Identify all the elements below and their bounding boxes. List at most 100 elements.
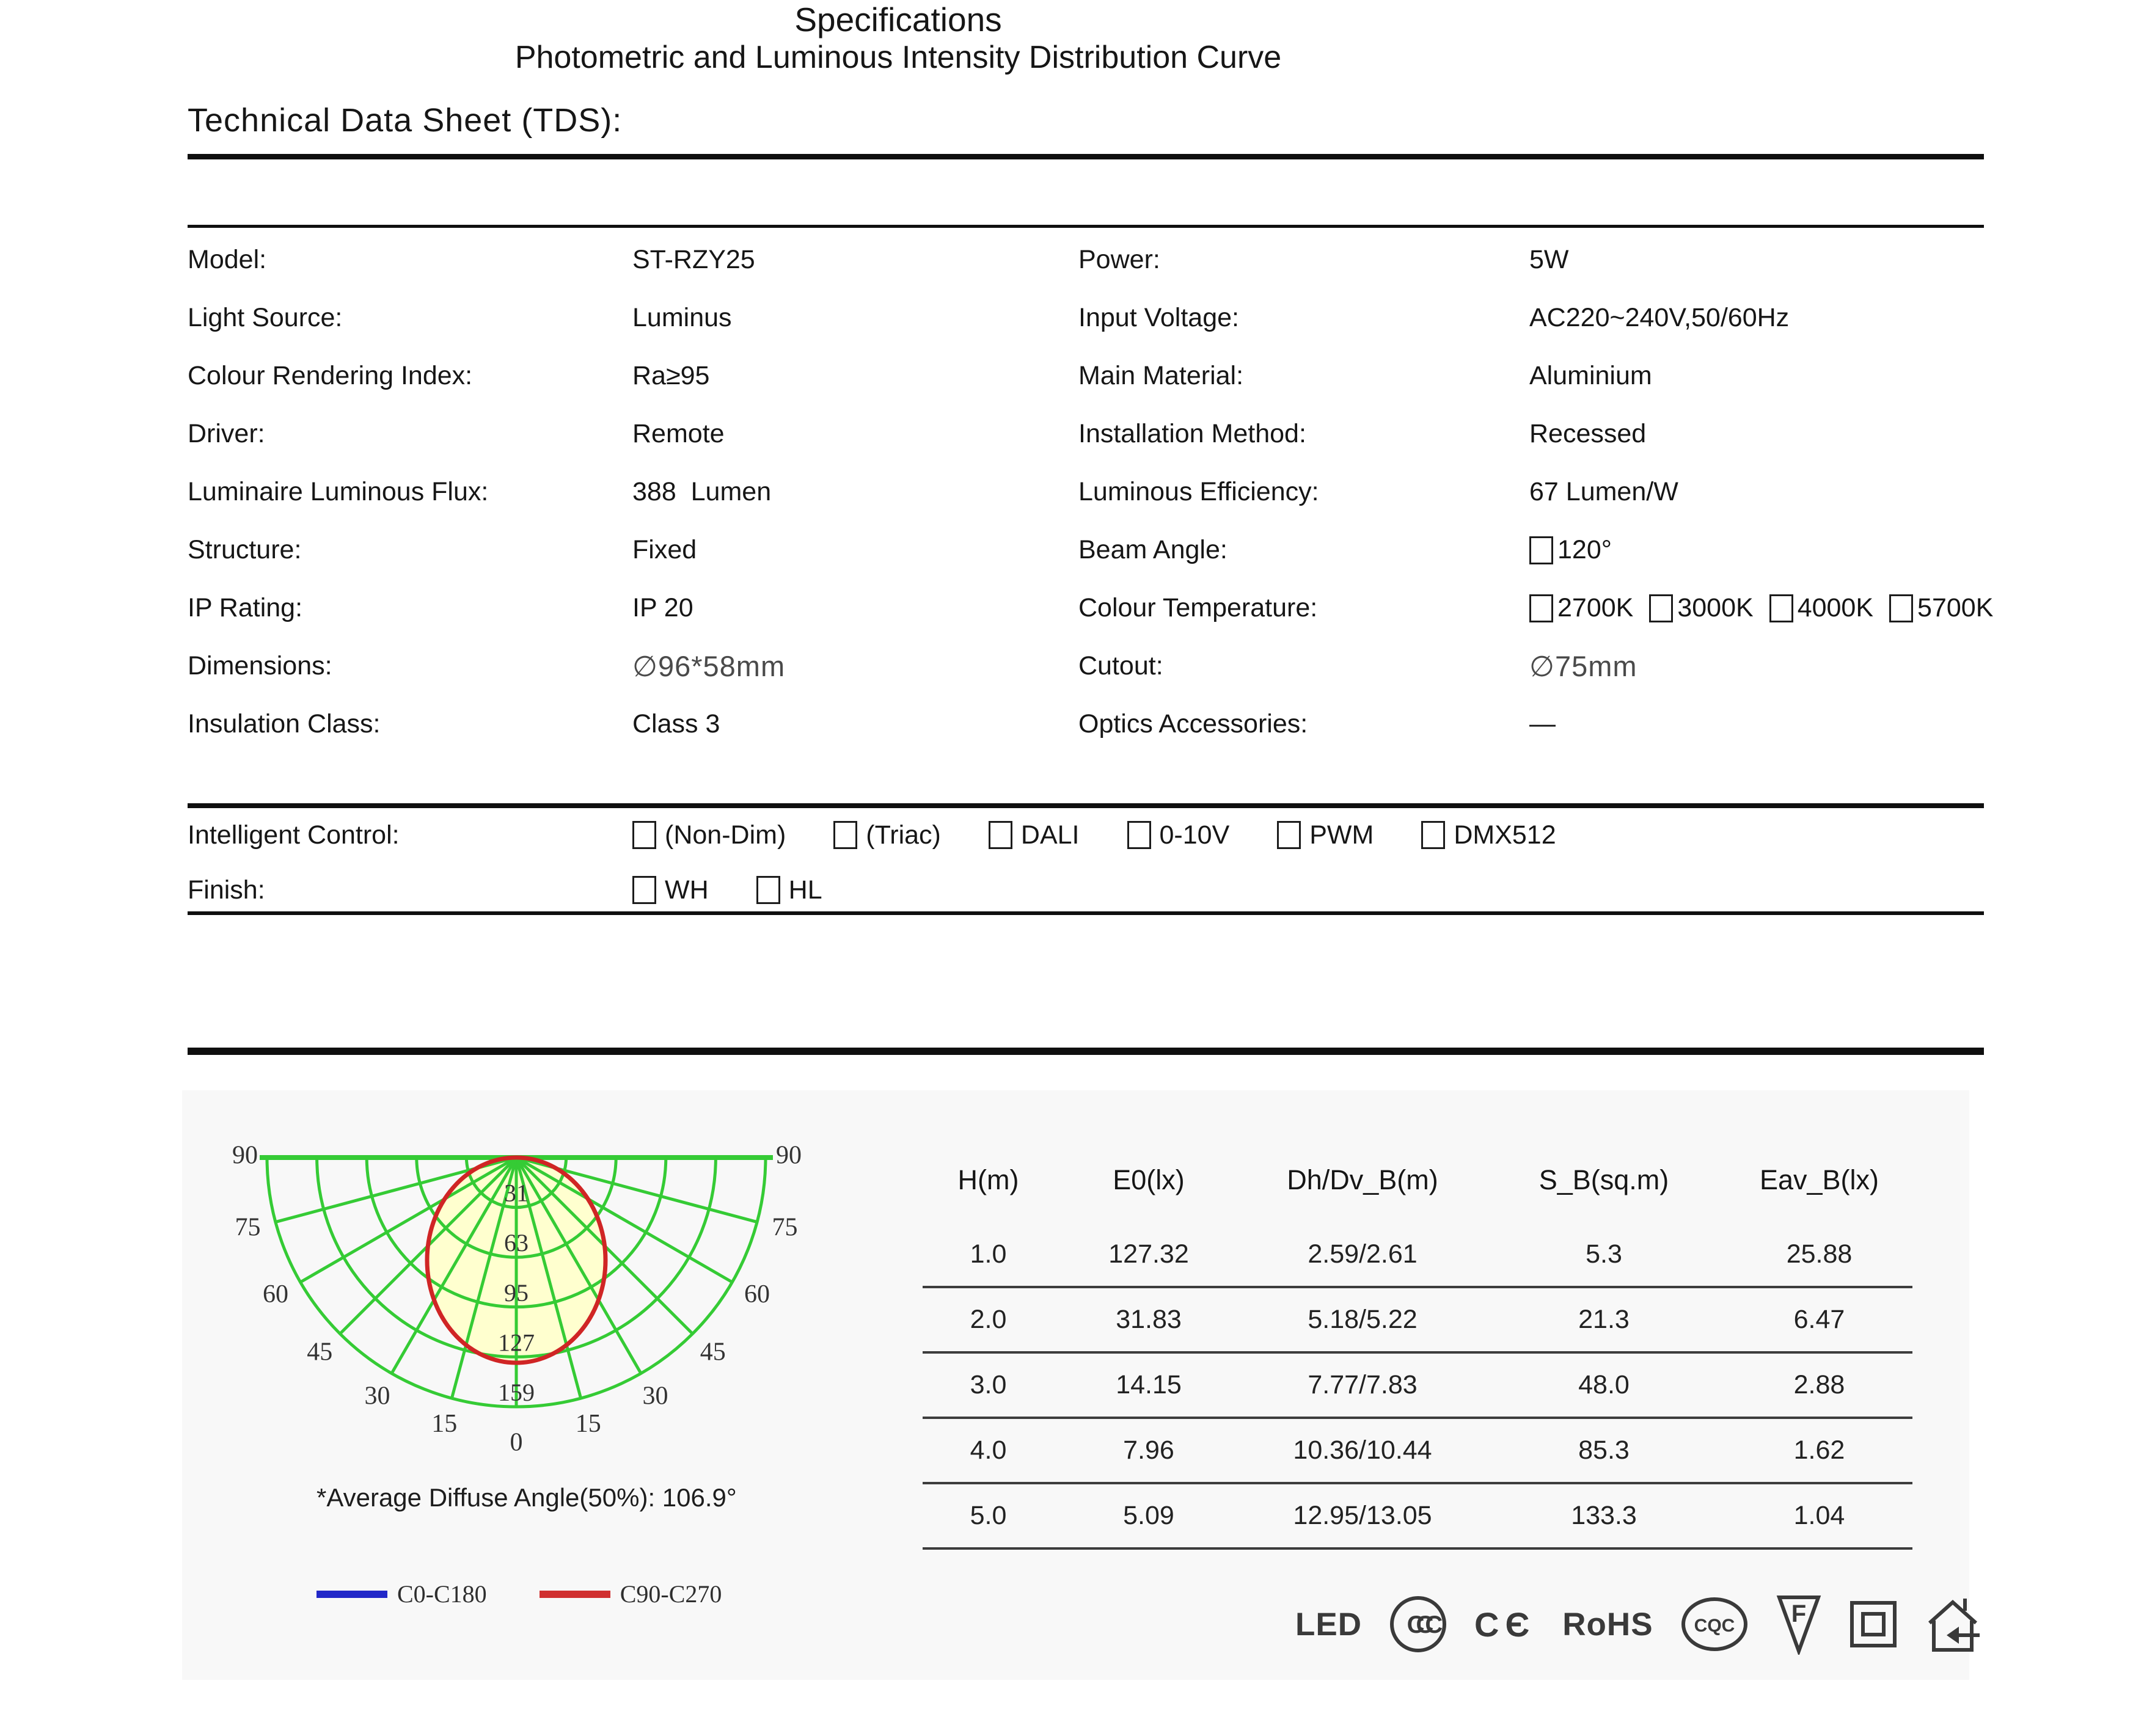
checkbox-icon[interactable]	[988, 821, 1012, 849]
ring-value-label: 95	[504, 1279, 529, 1307]
ring-value-label: 63	[504, 1229, 529, 1256]
checkbox-group: 120°	[1529, 535, 1628, 565]
checkbox-label: DALI	[1020, 820, 1080, 850]
ring-value-label: 31	[504, 1180, 529, 1207]
table-header-row: H(m) E0(lx) Dh/Dv_B(m) S_B(sq.m) Eav_B(lx)	[923, 1137, 1912, 1223]
table-cell: 5.09	[1123, 1501, 1174, 1530]
spec-row: Driver: Remote	[188, 405, 1061, 463]
spec-label: Colour Rendering Index:	[188, 361, 473, 390]
checkbox-icon[interactable]	[1277, 821, 1301, 849]
spec-row: Colour Rendering Index: Ra≥95	[188, 347, 1061, 405]
checkbox-label: WH	[665, 875, 709, 905]
spec-column-left: Model: ST-RZY25 Light Source: Luminus Colour…	[188, 231, 1061, 753]
spec-value: ∅96*58mm	[632, 649, 786, 682]
spec-value: AC220~240V,50/60Hz	[1529, 303, 1790, 332]
spec-row: IP Rating: IP 20	[188, 579, 1061, 637]
checkbox-option: 3000K	[1649, 593, 1754, 623]
checkbox-icon[interactable]	[632, 876, 656, 904]
table-cell: 3.0	[970, 1370, 1007, 1399]
spec-label: Driver:	[188, 419, 265, 448]
table-row: 3.0 14.15 7.77/7.83 48.0 2.88	[923, 1354, 1912, 1419]
table-cell: 48.0	[1578, 1370, 1630, 1399]
spec-label: Cutout:	[1078, 651, 1163, 680]
table-cell: 6.47	[1793, 1305, 1845, 1334]
checkbox-label: 0-10V	[1159, 820, 1230, 850]
checkbox-label: PWM	[1309, 820, 1374, 850]
table-cell: 2.59/2.61	[1308, 1239, 1418, 1269]
class-ii-icon	[1849, 1601, 1897, 1647]
table-cell: 31.83	[1116, 1305, 1182, 1334]
legend-line-swatch	[316, 1590, 387, 1598]
checkbox-option: WH	[632, 875, 709, 905]
spec-row: Colour Temperature: 2700K 3000K 4000K 5700K	[1078, 579, 2135, 637]
legend-item: C90-C270	[539, 1580, 722, 1608]
checkbox-option: 2700K	[1529, 593, 1633, 623]
svg-text:CCC: CCC	[1407, 1611, 1443, 1638]
polar-chart-svg: 31 63 95 127 159 0 15 15 30 30 45 45 60 60 75 75 90 90	[232, 1142, 802, 1457]
checkbox-option: DALI	[988, 820, 1080, 850]
table-cell: 4.0	[970, 1435, 1007, 1465]
table-cell: 2.0	[970, 1305, 1007, 1334]
checkbox-icon[interactable]	[1421, 821, 1446, 849]
spec-value: Fixed	[632, 535, 697, 564]
checkbox-icon[interactable]	[756, 876, 780, 904]
checkbox-label: 5700K	[1917, 593, 1994, 622]
spec-row: Beam Angle: 120°	[1078, 521, 2135, 579]
checkbox-option: 120°	[1529, 535, 1612, 565]
spec-value: 388 Lumen	[632, 477, 772, 506]
checkbox-icon[interactable]	[1769, 594, 1793, 622]
spec-row: Insulation Class: Class 3	[188, 695, 1061, 753]
spec-value: 5W	[1529, 245, 1569, 274]
svg-text:CQC: CQC	[1694, 1616, 1735, 1636]
angle-tick-label: 45	[700, 1338, 726, 1366]
spec-label: Insulation Class:	[188, 709, 381, 739]
table-cell: 1.04	[1793, 1501, 1845, 1530]
checkbox-icon[interactable]	[833, 821, 858, 849]
table-cell: 25.88	[1786, 1239, 1853, 1269]
checkbox-icon[interactable]	[1127, 821, 1151, 849]
checkbox-label: (Triac)	[866, 820, 941, 850]
chart-legend: C0-C180 C90-C270	[316, 1580, 722, 1608]
specifications-heading: Specifications	[794, 1, 1002, 38]
table-cell: 2.88	[1793, 1370, 1845, 1399]
spec-row: Cutout: ∅75mm	[1078, 637, 2135, 695]
checkbox-icon[interactable]	[1529, 536, 1553, 564]
control-row: Finish: WH HL	[188, 863, 1984, 917]
checkbox-option: DMX512	[1421, 820, 1556, 850]
spec-row: Light Source: Luminus	[188, 289, 1061, 347]
table-row: 5.0 5.09 12.95/13.05 133.3 1.04	[923, 1484, 1912, 1550]
spec-label: Main Material:	[1078, 361, 1244, 390]
cqc-mark-icon: CQC	[1681, 1597, 1747, 1651]
checkbox-icon[interactable]	[1889, 594, 1914, 622]
spec-label: Dimensions:	[188, 651, 332, 680]
checkbox-label: (Non-Dim)	[665, 820, 786, 850]
spec-label: Optics Accessories:	[1078, 709, 1308, 739]
checkbox-label: DMX512	[1454, 820, 1556, 850]
led-mark-icon: LED	[1295, 1606, 1362, 1643]
checkbox-icon[interactable]	[1529, 594, 1553, 622]
ring-value-label: 127	[498, 1329, 535, 1356]
table-cell: 12.95/13.05	[1293, 1501, 1432, 1530]
legend-item: C0-C180	[316, 1580, 487, 1608]
angle-tick-label: 30	[643, 1382, 668, 1410]
checkbox-label: 3000K	[1677, 593, 1754, 622]
spec-row: Luminous Efficiency: 67 Lumen/W	[1078, 463, 2135, 521]
checkbox-option: 4000K	[1769, 593, 1873, 623]
spec-value: —	[1529, 709, 1556, 739]
table-cell: 1.62	[1793, 1435, 1845, 1465]
spec-row: Dimensions: ∅96*58mm	[188, 637, 1061, 695]
table-cell: 127.32	[1108, 1239, 1189, 1269]
table-cell: 7.77/7.83	[1308, 1370, 1418, 1399]
spec-value: Recessed	[1529, 419, 1647, 448]
table-cell: 133.3	[1571, 1501, 1637, 1530]
spec-row: Optics Accessories: —	[1078, 695, 2135, 753]
table-cell: 14.15	[1116, 1370, 1182, 1399]
checkbox-option: HL	[756, 875, 822, 905]
checkbox-icon[interactable]	[1649, 594, 1674, 622]
table-row: 1.0 127.32 2.59/2.61 5.3 25.88	[923, 1223, 1912, 1288]
spec-label: Colour Temperature:	[1078, 593, 1318, 622]
divider	[188, 911, 1984, 915]
svg-text:F: F	[1791, 1600, 1806, 1627]
checkbox-icon[interactable]	[632, 821, 656, 849]
spec-row: Power: 5W	[1078, 231, 2135, 289]
